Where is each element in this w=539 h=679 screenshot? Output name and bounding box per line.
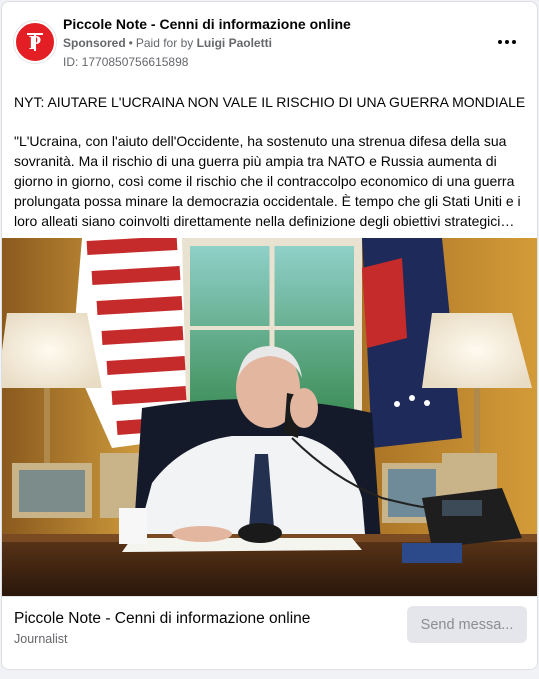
meta-separator: • [128, 36, 133, 50]
sponsored-label[interactable]: Sponsored [63, 36, 126, 50]
post-headline: NYT: AIUTARE L'UCRAINA NON VALE IL RISCH… [14, 94, 526, 110]
more-horizontal-icon [498, 40, 502, 44]
post-body-line: "L'Ucraina, con l'aiuto dell'Occidente, … [14, 133, 507, 149]
ad-id: ID: 1770850756615898 [63, 55, 189, 69]
oval-office-photo [2, 238, 537, 596]
post-meta: Sponsored • Paid for by Luigi Paoletti [63, 36, 272, 50]
post-footer: Piccole Note - Cenni di informazione onl… [2, 596, 537, 669]
post-body-line: loro alleati siano coinvolti direttament… [14, 213, 515, 229]
sponsored-post-card: P Piccole Note - Cenni di informazione o… [1, 1, 538, 670]
post-body-line: giorno in giorno, così come il rischio c… [14, 173, 515, 189]
post-image[interactable] [2, 238, 537, 596]
footer-page-category: Journalist [14, 632, 68, 646]
footer-page-name[interactable]: Piccole Note - Cenni di informazione onl… [14, 610, 310, 628]
piccole-note-logo-icon: P [23, 31, 47, 54]
page-avatar[interactable]: P [14, 21, 56, 63]
post-body-line: prolungata possa minare la democrazia oc… [14, 193, 521, 209]
send-message-button[interactable]: Send messa... [407, 606, 527, 643]
page-name-link[interactable]: Piccole Note - Cenni di informazione onl… [63, 16, 351, 32]
payer-name[interactable]: Luigi Paoletti [197, 36, 272, 50]
post-body: "L'Ucraina, con l'aiuto dell'Occidente, … [14, 131, 529, 231]
paid-for-label: Paid for by [135, 36, 194, 50]
more-dot [505, 40, 509, 44]
more-options-button[interactable] [492, 28, 522, 56]
post-body-line: sovranità. Ma il rischio di una guerra p… [14, 153, 497, 169]
more-dot [512, 40, 516, 44]
